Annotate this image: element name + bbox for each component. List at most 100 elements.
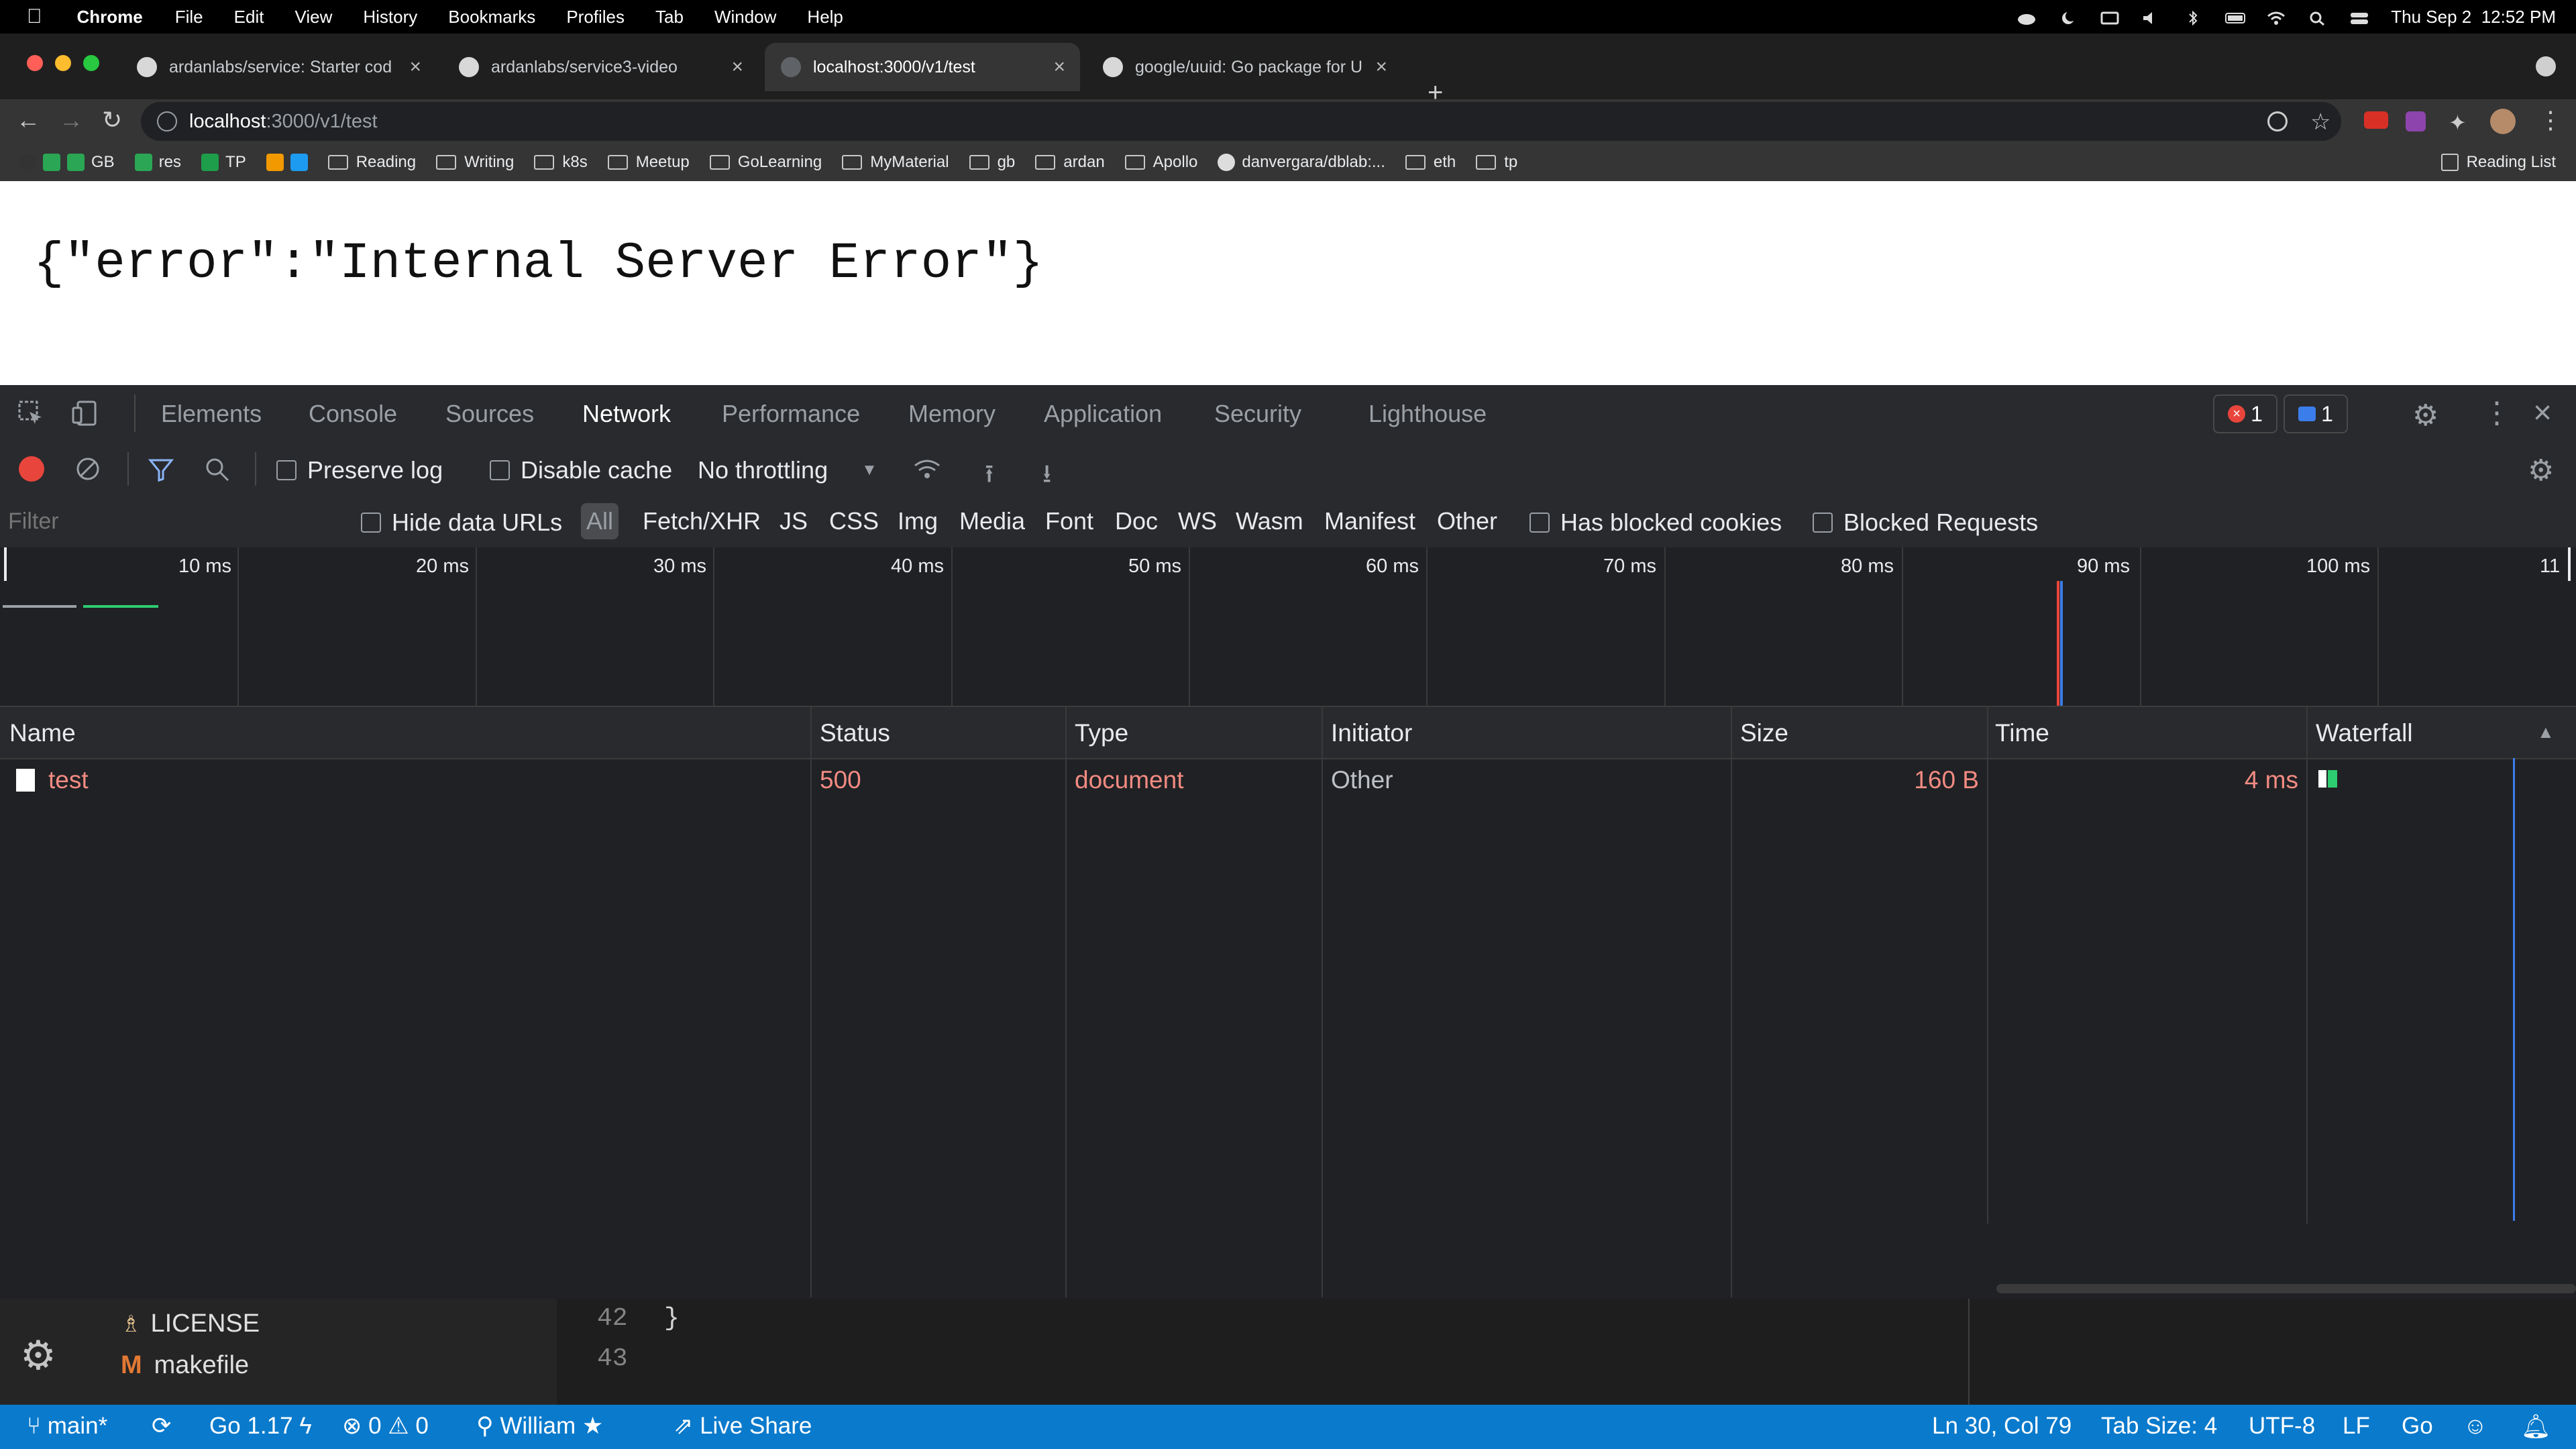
tab-security[interactable]: Security (1214, 400, 1301, 428)
filter-icon[interactable] (148, 456, 174, 483)
export-har-icon[interactable]: ⭳ (1042, 455, 1051, 498)
search-icon[interactable] (204, 456, 231, 483)
message-count-badge[interactable]: 1 (2284, 394, 2348, 433)
reading-list-button[interactable]: Reading List (2440, 153, 2556, 172)
extension-lastpass-icon[interactable] (2364, 111, 2388, 129)
analytics-icon[interactable] (266, 154, 284, 171)
browser-tab[interactable]: google/uuid: Go package for U × (1087, 43, 1402, 91)
checkbox[interactable] (490, 460, 510, 480)
filter-type-doc[interactable]: Doc (1115, 507, 1158, 535)
menu-window[interactable]: Window (714, 7, 776, 28)
close-devtools-icon[interactable]: × (2533, 394, 2552, 431)
cursor-position[interactable]: Ln 30, Col 79 (1932, 1413, 2072, 1440)
bookmark-tp[interactable]: TP (201, 153, 246, 172)
file-encoding[interactable]: UTF-8 (2249, 1413, 2315, 1440)
spotlight-search-icon[interactable] (2308, 9, 2328, 26)
menu-bookmarks[interactable]: Bookmarks (448, 7, 535, 28)
chrome-menu-icon[interactable]: ⋮ (2538, 106, 2563, 133)
checkbox[interactable] (1529, 513, 1550, 533)
bookmark-folder-apollo[interactable]: Apollo (1124, 153, 1197, 172)
bookmark-res[interactable]: res (134, 153, 181, 172)
menu-tab[interactable]: Tab (655, 7, 684, 28)
tab-memory[interactable]: Memory (908, 400, 996, 428)
horizontal-scrollbar[interactable] (1996, 1284, 2576, 1293)
error-count-badge[interactable]: × 1 (2213, 394, 2277, 433)
bookmark-folder-ardan[interactable]: ardan (1035, 153, 1105, 172)
window-zoom-button[interactable] (83, 55, 99, 71)
settings-gear-icon[interactable]: ⚙ (2412, 398, 2438, 433)
tab-application[interactable]: Application (1044, 400, 1162, 428)
column-header-name[interactable]: Name (9, 719, 76, 747)
reload-icon[interactable]: ↻ (102, 106, 122, 134)
column-header-status[interactable]: Status (820, 719, 890, 747)
line-ending[interactable]: LF (2343, 1413, 2370, 1440)
forward-arrow-icon[interactable]: → (59, 106, 83, 134)
column-header-initiator[interactable]: Initiator (1331, 719, 1412, 747)
language-mode[interactable]: Go (2402, 1413, 2433, 1440)
record-icon[interactable] (19, 456, 44, 482)
profile-avatar[interactable] (2490, 109, 2516, 134)
menubar-clock[interactable]: Thu Sep 2 12:52 PM (2391, 7, 2556, 28)
hide-data-urls-checkbox[interactable]: Hide data URLs (361, 508, 562, 537)
notifications-bell-icon[interactable]: 🔔︎ (2521, 1413, 2551, 1440)
tab-performance[interactable]: Performance (722, 400, 860, 428)
tab-console[interactable]: Console (309, 400, 397, 428)
tab-lighthouse[interactable]: Lighthouse (1368, 400, 1487, 428)
cloud-icon[interactable] (2017, 9, 2037, 25)
user-item[interactable]: ⚲ William ★ (476, 1413, 603, 1440)
address-bar[interactable]: localhost :3000/v1/test (141, 102, 2341, 141)
bluetooth-icon[interactable] (2183, 9, 2203, 26)
bookmark-folder-k8s[interactable]: k8s (534, 153, 588, 172)
back-arrow-icon[interactable]: ← (16, 106, 40, 134)
menu-profiles[interactable]: Profiles (566, 7, 625, 28)
filter-type-other[interactable]: Other (1437, 507, 1497, 535)
menu-view[interactable]: View (294, 7, 332, 28)
browser-tab[interactable]: ardanlabs/service3-video × (443, 43, 758, 91)
import-har-icon[interactable]: ⭱ (985, 455, 994, 498)
volume-icon[interactable] (2141, 9, 2161, 24)
zoom-icon[interactable] (2267, 111, 2288, 131)
sync-icon[interactable]: ⟳ (152, 1413, 171, 1440)
clear-icon[interactable] (75, 456, 101, 482)
bookmark-dblab[interactable]: danvergara/dblab:... (1218, 153, 1385, 172)
timeline-selection-handle-right[interactable] (2568, 547, 2571, 581)
filter-type-ws[interactable]: WS (1178, 507, 1217, 535)
blocked-requests-checkbox[interactable]: Blocked Requests (1813, 508, 2038, 537)
window-minimize-button[interactable] (55, 55, 71, 71)
git-branch-item[interactable]: ⑂ main* (27, 1413, 107, 1440)
filter-type-js[interactable]: JS (780, 507, 808, 535)
bookmark-folder-mymaterial[interactable]: MyMaterial (842, 153, 949, 172)
bookmark-folder-eth[interactable]: eth (1405, 153, 1456, 172)
filter-type-manifest[interactable]: Manifest (1324, 507, 1415, 535)
network-overview-timeline[interactable]: 10 ms 20 ms 30 ms 40 ms 50 ms 60 ms 70 m… (0, 547, 2576, 707)
timeline-selection-handle-left[interactable] (4, 547, 7, 581)
problems-item[interactable]: ⊗ 0 ⚠ 0 (342, 1413, 429, 1440)
tab-close-icon[interactable]: × (731, 56, 743, 78)
more-options-icon[interactable]: ⋮ (2482, 396, 2512, 430)
menu-file[interactable]: File (175, 7, 203, 28)
info-icon[interactable] (157, 111, 177, 131)
checkbox[interactable] (276, 460, 297, 480)
go-version-item[interactable]: Go 1.17 ϟ (209, 1413, 312, 1440)
disable-cache-checkbox[interactable]: Disable cache (490, 456, 672, 484)
preserve-log-checkbox[interactable]: Preserve log (276, 456, 443, 484)
menu-history[interactable]: History (363, 7, 417, 28)
bookmark-folder-golearning[interactable]: GoLearning (709, 153, 822, 172)
column-header-time[interactable]: Time (1995, 719, 2049, 747)
checkbox[interactable] (361, 513, 381, 533)
extensions-puzzle-icon[interactable]: ✦ (2449, 110, 2471, 135)
extension-icon[interactable] (2406, 111, 2426, 131)
browser-tab-active[interactable]: localhost:3000/v1/test × (765, 43, 1080, 91)
drive-icon[interactable] (43, 154, 60, 171)
filter-type-css[interactable]: CSS (829, 507, 879, 535)
bookmark-icon[interactable] (19, 154, 36, 171)
has-blocked-cookies-checkbox[interactable]: Has blocked cookies (1529, 508, 1782, 537)
battery-icon[interactable] (2224, 9, 2246, 24)
network-settings-gear-icon[interactable]: ⚙ (2528, 453, 2554, 488)
explorer-file-item[interactable]: M makefile (121, 1351, 249, 1380)
throttling-select[interactable]: No throttling ▼ (698, 456, 877, 484)
filter-type-media[interactable]: Media (959, 507, 1025, 535)
tab-elements[interactable]: Elements (161, 400, 262, 428)
sort-ascending-icon[interactable]: ▲ (2537, 722, 2555, 743)
live-share-button[interactable]: ⇗ Live Share (674, 1413, 812, 1440)
